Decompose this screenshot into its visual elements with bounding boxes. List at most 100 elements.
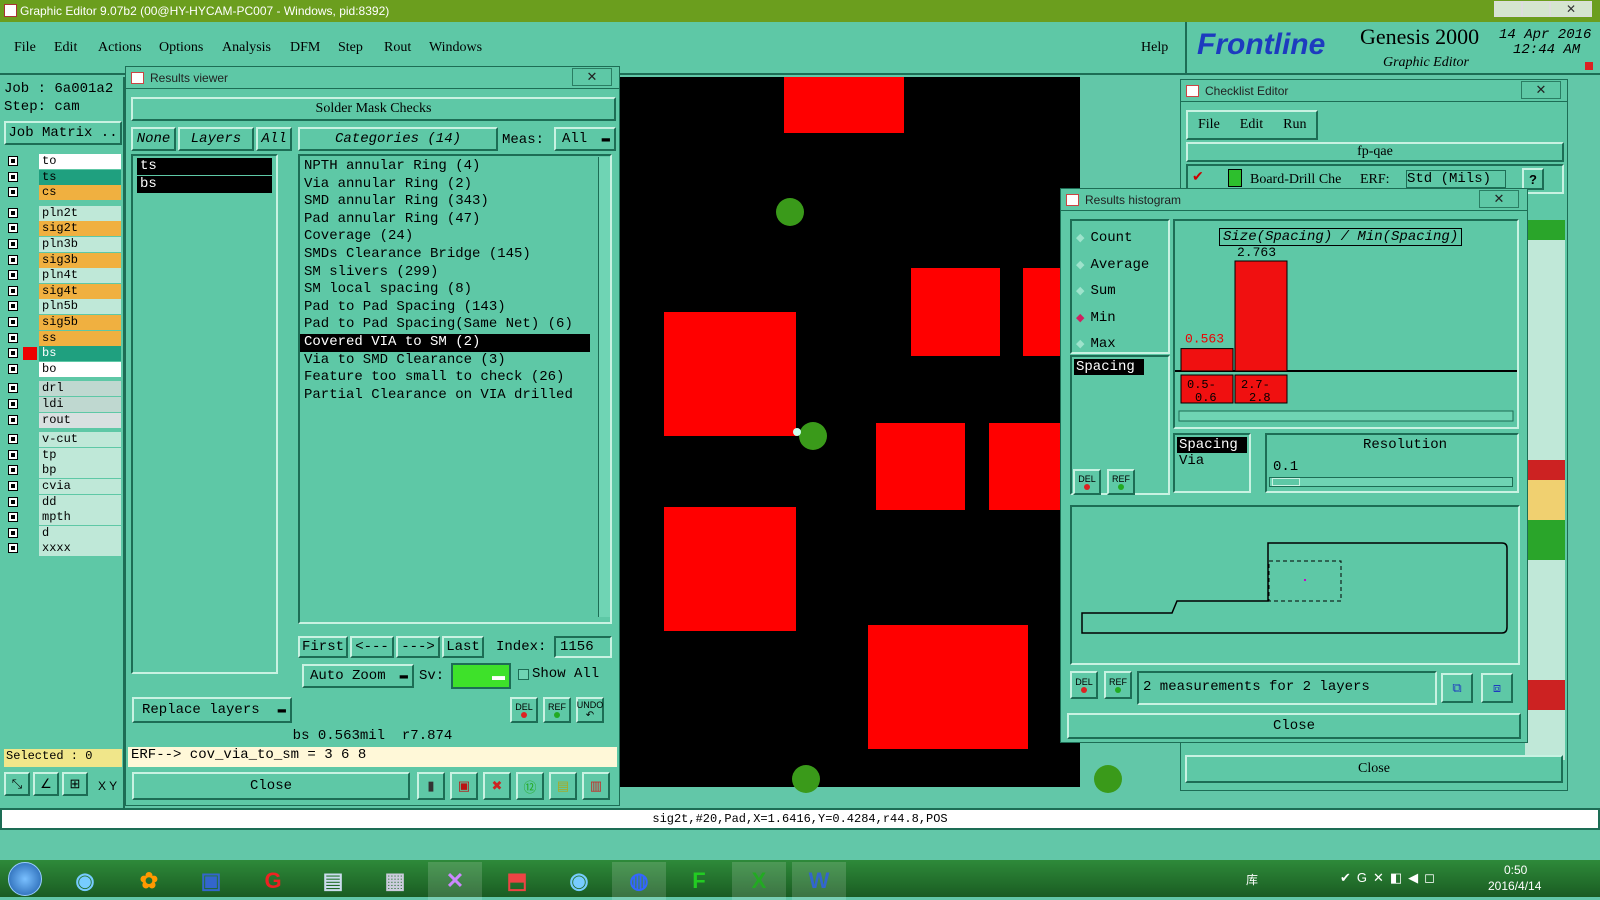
- checklist-scrollbar[interactable]: [1525, 220, 1565, 760]
- layer-checkbox[interactable]: [8, 156, 18, 166]
- auto-zoom-dropdown[interactable]: Auto Zoom ▬: [302, 664, 414, 688]
- hist2-del-button[interactable]: DEL: [1070, 671, 1098, 699]
- category-item[interactable]: SM local spacing (8): [300, 281, 610, 299]
- layer-checkbox[interactable]: [8, 348, 18, 359]
- result-layer-item[interactable]: bs: [137, 176, 272, 193]
- layer-row[interactable]: pln2t: [5, 205, 123, 221]
- category-item[interactable]: Partial Clearance on VIA drilled: [300, 387, 610, 405]
- layer-checkbox[interactable]: [8, 239, 18, 249]
- layers-listbox[interactable]: ts bs: [131, 154, 278, 674]
- layer-row[interactable]: pln3b: [5, 237, 123, 252]
- excel-app-icon[interactable]: X: [732, 862, 786, 900]
- genesis-app-icon[interactable]: G: [246, 862, 300, 900]
- measurement-item[interactable]: Via: [1177, 453, 1247, 469]
- layer-row[interactable]: tp: [5, 447, 123, 463]
- del-button[interactable]: DEL: [510, 697, 538, 723]
- histogram-bar[interactable]: [1180, 348, 1234, 372]
- histogram-option-min[interactable]: ◆ Min: [1072, 305, 1168, 332]
- measurement-item[interactable]: Spacing: [1074, 359, 1144, 375]
- zoom-area-icon[interactable]: ⧉: [1441, 673, 1473, 703]
- menu-step[interactable]: Step: [338, 40, 363, 56]
- layer-row[interactable]: ss: [5, 330, 123, 346]
- layer-row[interactable]: pln5b: [5, 299, 123, 315]
- show-all-checkbox[interactable]: [518, 669, 529, 680]
- notepad-app-icon[interactable]: ▤: [306, 862, 360, 900]
- layer-checkbox[interactable]: [8, 285, 18, 296]
- categories-button[interactable]: Categories (14): [298, 127, 498, 151]
- layer-checkbox[interactable]: [8, 449, 18, 460]
- layer-row[interactable]: pln4t: [5, 268, 123, 284]
- layer-row[interactable]: drl: [5, 381, 123, 397]
- numbers-icon[interactable]: ⑫: [516, 772, 544, 800]
- measurement-list-2[interactable]: Spacing Via: [1173, 433, 1251, 493]
- layer-row[interactable]: ts: [5, 169, 123, 185]
- prev-button[interactable]: <---: [350, 636, 394, 658]
- layer-row[interactable]: bo: [5, 361, 123, 377]
- layer-row[interactable]: d: [5, 525, 123, 541]
- menu-file[interactable]: File: [14, 40, 36, 56]
- layer-row[interactable]: bs: [5, 346, 123, 362]
- close-window-button[interactable]: ✕: [1550, 1, 1592, 17]
- job-matrix-button[interactable]: Job Matrix ..: [4, 121, 122, 145]
- category-item[interactable]: SM slivers (299): [300, 264, 610, 282]
- category-item[interactable]: NPTH annular Ring (4): [300, 158, 610, 176]
- category-item[interactable]: Coverage (24): [300, 228, 610, 246]
- layer-checkbox[interactable]: [8, 270, 18, 281]
- layer-row[interactable]: sig4t: [5, 283, 123, 299]
- remove-icon[interactable]: ✖: [483, 772, 511, 800]
- resolution-slider[interactable]: [1269, 477, 1513, 487]
- report-icon[interactable]: ▣: [450, 772, 478, 800]
- category-item[interactable]: Pad annular Ring (47): [300, 211, 610, 229]
- grid-tool-icon[interactable]: ⊞: [62, 772, 88, 796]
- layer-checkbox[interactable]: [8, 434, 18, 445]
- menu-dfm[interactable]: DFM: [290, 40, 320, 56]
- layer-row[interactable]: cs: [5, 185, 123, 201]
- viewer-app-icon[interactable]: ◉: [552, 862, 606, 900]
- hist2-ref-button[interactable]: REF: [1104, 671, 1132, 699]
- erf-dropdown[interactable]: Std (Mils): [1406, 170, 1506, 188]
- layer-row[interactable]: ldi: [5, 397, 123, 412]
- layer-checkbox[interactable]: [8, 527, 18, 538]
- menu-windows[interactable]: Windows: [429, 40, 482, 56]
- pdf-app-icon[interactable]: ⬒: [490, 862, 544, 900]
- zoom-fit-icon[interactable]: ⧈: [1481, 673, 1513, 703]
- layer-checkbox[interactable]: [8, 207, 18, 218]
- measure-tool-icon[interactable]: ∠: [33, 772, 59, 796]
- category-item[interactable]: SMDs Clearance Bridge (145): [300, 246, 610, 264]
- all-button[interactable]: All: [256, 127, 292, 151]
- layer-checkbox[interactable]: [8, 512, 18, 523]
- undo-button[interactable]: UNDO ↶: [576, 697, 604, 723]
- ref-button[interactable]: REF: [543, 697, 571, 723]
- hist-del-button[interactable]: DEL: [1073, 469, 1101, 495]
- layer-checkbox[interactable]: [8, 171, 18, 182]
- histogram-bar[interactable]: [1234, 260, 1288, 372]
- histogram-option-sum[interactable]: ◆ Sum: [1072, 278, 1168, 305]
- index-field[interactable]: 1156: [554, 636, 612, 658]
- results-viewer-close-icon[interactable]: ✕: [572, 68, 612, 86]
- categories-scrollbar[interactable]: [598, 157, 610, 617]
- zoom-tool-icon[interactable]: ⤡: [4, 772, 30, 796]
- layer-checkbox[interactable]: [8, 317, 18, 327]
- layer-checkbox[interactable]: [8, 543, 18, 554]
- checklist-close-button[interactable]: Close: [1185, 755, 1563, 783]
- histogram-icon[interactable]: ▥: [582, 772, 610, 800]
- layer-checkbox[interactable]: [8, 301, 18, 312]
- menu-analysis[interactable]: Analysis: [222, 40, 271, 56]
- category-item[interactable]: Feature too small to check (26): [300, 369, 610, 387]
- word-app-icon[interactable]: W: [792, 862, 846, 900]
- help-button[interactable]: ?: [1522, 168, 1544, 190]
- pcb-canvas[interactable]: [620, 77, 1122, 793]
- flag-icon[interactable]: ▮: [417, 772, 445, 800]
- layer-checkbox[interactable]: [8, 254, 18, 265]
- layer-checkbox[interactable]: [8, 496, 18, 507]
- layer-checkbox[interactable]: [8, 187, 18, 198]
- category-item[interactable]: Pad to Pad Spacing(Same Net) (6): [300, 316, 610, 334]
- layer-checkbox[interactable]: [8, 363, 18, 374]
- categories-listbox[interactable]: NPTH annular Ring (4) Via annular Ring (2…: [298, 154, 612, 624]
- menu-actions[interactable]: Actions: [98, 40, 142, 56]
- start-button[interactable]: [8, 862, 42, 896]
- category-item[interactable]: Covered VIA to SM (2): [300, 333, 590, 352]
- frontpage-app-icon[interactable]: F: [672, 862, 726, 900]
- layer-checkbox[interactable]: [8, 481, 18, 491]
- layer-row[interactable]: sig2t: [5, 221, 123, 237]
